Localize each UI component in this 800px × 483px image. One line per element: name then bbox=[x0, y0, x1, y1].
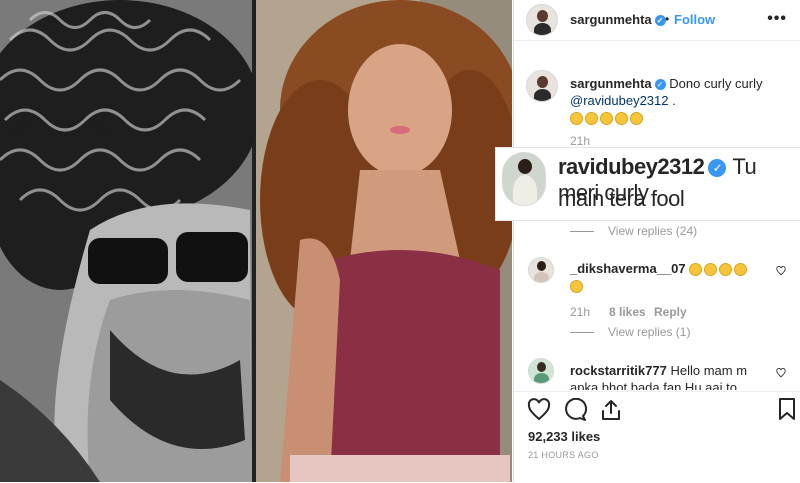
comment-username[interactable]: _dikshaverma__07 bbox=[570, 261, 686, 276]
author-username[interactable]: sargunmehta ✓ bbox=[570, 12, 666, 27]
highlight-commenter-avatar[interactable] bbox=[502, 152, 546, 206]
heart-icon[interactable] bbox=[527, 398, 551, 422]
comment-icon[interactable] bbox=[563, 398, 587, 422]
verified-badge-icon: ✓ bbox=[708, 159, 727, 178]
comment-text: Hello mam m bbox=[670, 363, 748, 378]
highlight-username[interactable]: ravidubey2312 bbox=[558, 154, 705, 179]
laughing-emoji-icon bbox=[689, 263, 703, 277]
caption-username[interactable]: sargunmehta bbox=[570, 76, 652, 91]
comment-text-continued: apka bhot bada fan Hu aai to bbox=[570, 380, 737, 390]
highlight-comment-line-2: main tera fool bbox=[558, 186, 685, 211]
view-replies-link[interactable]: View replies (24) bbox=[570, 224, 697, 238]
like-comment-heart-icon[interactable] bbox=[776, 368, 786, 378]
caption-avatar[interactable] bbox=[526, 70, 558, 102]
likes-count[interactable]: 92,233 likes bbox=[528, 429, 600, 444]
laughing-emoji-icon bbox=[734, 263, 748, 277]
comment-likes[interactable]: 8 likes bbox=[609, 305, 646, 319]
emoji-row bbox=[570, 110, 645, 126]
action-bar: 92,233 likes 21 HOURS AGO bbox=[514, 391, 800, 483]
verified-badge-icon: ✓ bbox=[654, 79, 666, 91]
follow-button[interactable]: Follow bbox=[674, 12, 715, 27]
caption-mention[interactable]: @ravidubey2312 bbox=[570, 93, 668, 108]
comment-2: rockstarritik777 Hello mam m apka bhot b… bbox=[570, 362, 780, 390]
view-replies-link[interactable]: View replies (1) bbox=[570, 325, 690, 339]
bookmark-icon[interactable] bbox=[777, 397, 797, 421]
commenter-avatar[interactable] bbox=[528, 257, 554, 283]
laughing-emoji-icon bbox=[704, 263, 718, 277]
author-avatar[interactable] bbox=[526, 4, 558, 36]
highlighted-comment: ravidubey2312 ✓ Tu meri curly main tera fo… bbox=[496, 148, 800, 220]
commenter-avatar[interactable] bbox=[528, 358, 554, 384]
post-header: sargunmehta ✓ • Follow ••• bbox=[514, 0, 800, 41]
post-timestamp: 21 HOURS AGO bbox=[528, 450, 599, 460]
laughing-emoji-icon bbox=[630, 112, 643, 126]
laughing-emoji-icon bbox=[600, 112, 613, 126]
separator-dot: • bbox=[665, 12, 670, 26]
like-comment-heart-icon[interactable] bbox=[776, 266, 786, 276]
post-photo bbox=[0, 0, 512, 482]
laughing-emoji-icon bbox=[570, 280, 583, 294]
reply-button[interactable]: Reply bbox=[654, 305, 687, 319]
comment-time[interactable]: 21h bbox=[570, 305, 590, 319]
laughing-emoji-icon bbox=[615, 112, 628, 126]
post-caption: sargunmehta ✓ Dono curly curly @ravidubey… bbox=[570, 75, 790, 126]
more-options-icon[interactable]: ••• bbox=[767, 10, 787, 28]
share-icon[interactable] bbox=[599, 398, 623, 422]
laughing-emoji-icon bbox=[585, 112, 598, 126]
laughing-emoji-icon bbox=[719, 263, 733, 277]
verified-badge-icon: ✓ bbox=[654, 15, 666, 27]
post-media[interactable] bbox=[0, 0, 512, 482]
laughing-emoji-icon bbox=[570, 112, 583, 126]
comment-username[interactable]: rockstarritik777 bbox=[570, 363, 667, 378]
post-panel: sargunmehta ✓ • Follow ••• sargunmehta ✓ D… bbox=[513, 0, 800, 483]
caption-dot: . bbox=[672, 93, 676, 108]
caption-time[interactable]: 21h bbox=[570, 134, 590, 148]
caption-text: Dono curly curly bbox=[669, 76, 763, 91]
comment-1: _dikshaverma__07 bbox=[570, 260, 780, 294]
